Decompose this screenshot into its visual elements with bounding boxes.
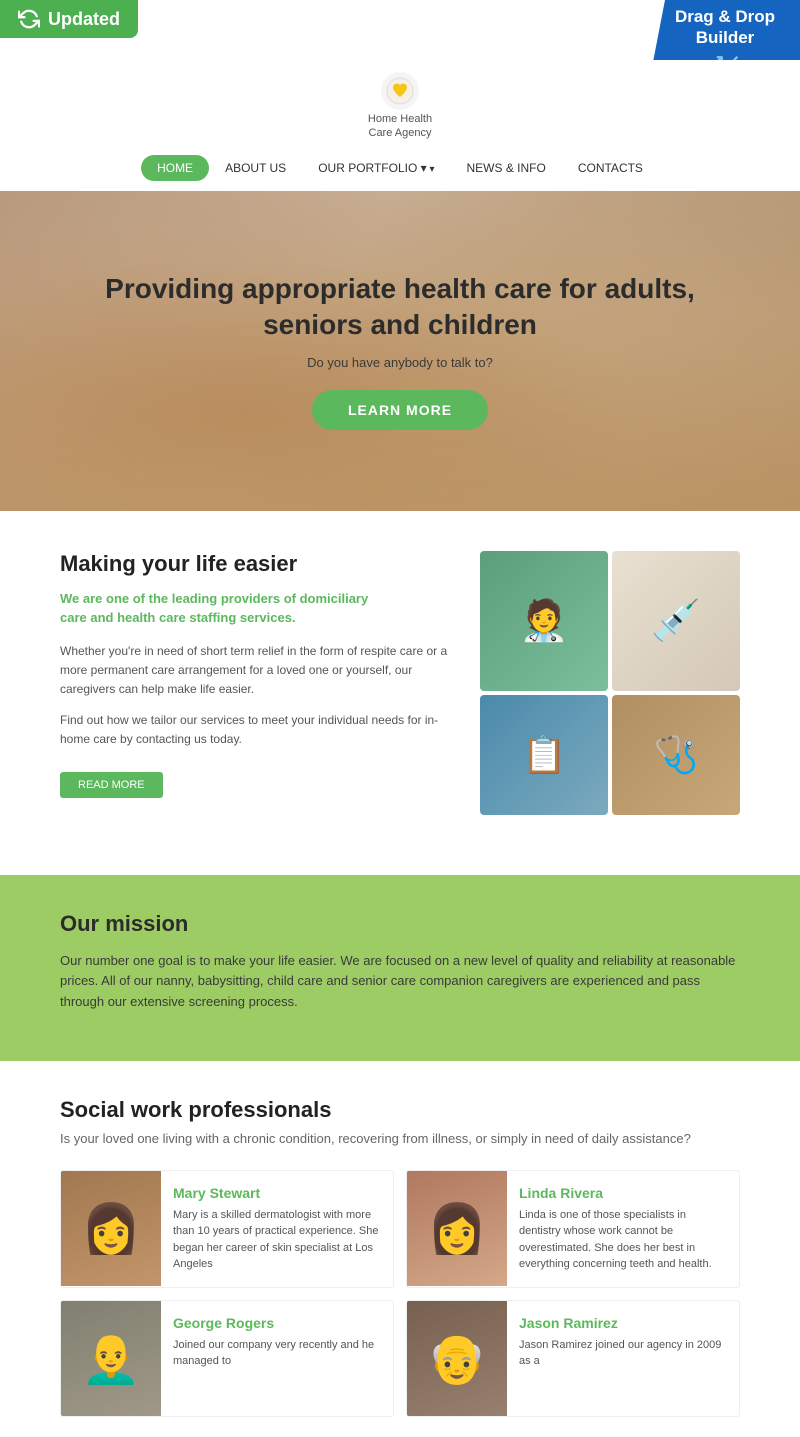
hero-section: Providing appropriate health care for ad… xyxy=(0,191,800,511)
hero-subtitle: Do you have anybody to talk to? xyxy=(60,355,740,370)
team-card-george: 👨‍🦲 George Rogers Joined our company ver… xyxy=(60,1300,394,1417)
nav-home[interactable]: HOME xyxy=(141,155,209,181)
george-info: George Rogers Joined our company very re… xyxy=(161,1301,393,1384)
mary-desc: Mary is a skilled dermatologist with mor… xyxy=(173,1207,381,1273)
mary-info: Mary Stewart Mary is a skilled dermatolo… xyxy=(161,1171,393,1287)
team-grid: 👩 Mary Stewart Mary is a skilled dermato… xyxy=(60,1170,740,1417)
jason-name: Jason Ramirez xyxy=(519,1315,727,1331)
heart-icon xyxy=(386,77,414,105)
professionals-title: Social work professionals xyxy=(60,1097,740,1123)
mission-title: Our mission xyxy=(60,911,740,937)
nav-about[interactable]: ABOUT US xyxy=(209,155,302,181)
main-nav: HOME ABOUT US OUR PORTFOLIO ▾ NEWS & INF… xyxy=(141,149,659,191)
nurse-image: 🧑‍⚕️ xyxy=(480,551,608,691)
hero-content: Providing appropriate health care for ad… xyxy=(0,271,800,431)
mary-name: Mary Stewart xyxy=(173,1185,381,1201)
linda-info: Linda Rivera Linda is one of those speci… xyxy=(507,1171,739,1287)
team-card-linda: 👩 Linda Rivera Linda is one of those spe… xyxy=(406,1170,740,1288)
section-life-images: 🧑‍⚕️ 💉 📋 🩺 xyxy=(480,551,740,835)
nav-news[interactable]: NEWS & INFO xyxy=(450,155,561,181)
section-life-title: Making your life easier xyxy=(60,551,450,577)
hand-image: 💉 xyxy=(612,551,740,691)
jason-photo: 👴 xyxy=(407,1301,507,1416)
section-life-easier: Making your life easier We are one of th… xyxy=(0,511,800,875)
george-desc: Joined our company very recently and he … xyxy=(173,1337,381,1370)
nav-portfolio[interactable]: OUR PORTFOLIO ▾ xyxy=(302,155,450,181)
section-life-highlight: We are one of the leading providers of d… xyxy=(60,589,450,628)
section-mission: Our mission Our number one goal is to ma… xyxy=(0,875,800,1061)
section-professionals: Social work professionals Is your loved … xyxy=(0,1061,800,1437)
read-more-button[interactable]: READ MORE xyxy=(60,772,163,798)
logo-area: Home Health Care Agency xyxy=(368,72,432,141)
sync-icon xyxy=(18,8,40,30)
george-name: George Rogers xyxy=(173,1315,381,1331)
team-card-mary: 👩 Mary Stewart Mary is a skilled dermato… xyxy=(60,1170,394,1288)
site-header: Home Health Care Agency HOME ABOUT US OU… xyxy=(0,60,800,191)
mary-photo: 👩 xyxy=(61,1171,161,1286)
writing-image: 📋 xyxy=(480,695,608,815)
dnd-badge: Drag & DropBuilder ↗↙ xyxy=(650,0,800,60)
bp-image: 🩺 xyxy=(612,695,740,815)
logo-text: Home Health Care Agency xyxy=(368,112,432,141)
nav-contacts[interactable]: CONTACTS xyxy=(562,155,659,181)
dnd-arrows-icon: ↗↙ xyxy=(664,51,786,61)
hero-cta-button[interactable]: LEARN MORE xyxy=(312,390,488,430)
linda-name: Linda Rivera xyxy=(519,1185,727,1201)
george-photo: 👨‍🦲 xyxy=(61,1301,161,1416)
section-life-body2: Find out how we tailor our services to m… xyxy=(60,711,450,749)
linda-desc: Linda is one of those specialists in den… xyxy=(519,1207,727,1273)
jason-info: Jason Ramirez Jason Ramirez joined our a… xyxy=(507,1301,739,1384)
jason-desc: Jason Ramirez joined our agency in 2009 … xyxy=(519,1337,727,1370)
section-life-body1: Whether you're in need of short term rel… xyxy=(60,642,450,700)
section-life-text: Making your life easier We are one of th… xyxy=(60,551,450,835)
updated-badge: Updated xyxy=(0,0,138,38)
mission-body: Our number one goal is to make your life… xyxy=(60,951,740,1013)
team-card-jason: 👴 Jason Ramirez Jason Ramirez joined our… xyxy=(406,1300,740,1417)
logo-icon xyxy=(381,72,419,110)
hero-title: Providing appropriate health care for ad… xyxy=(60,271,740,344)
professionals-subtitle: Is your loved one living with a chronic … xyxy=(60,1131,740,1146)
dnd-label: Drag & DropBuilder xyxy=(664,6,786,49)
updated-label: Updated xyxy=(48,9,120,30)
linda-photo: 👩 xyxy=(407,1171,507,1286)
